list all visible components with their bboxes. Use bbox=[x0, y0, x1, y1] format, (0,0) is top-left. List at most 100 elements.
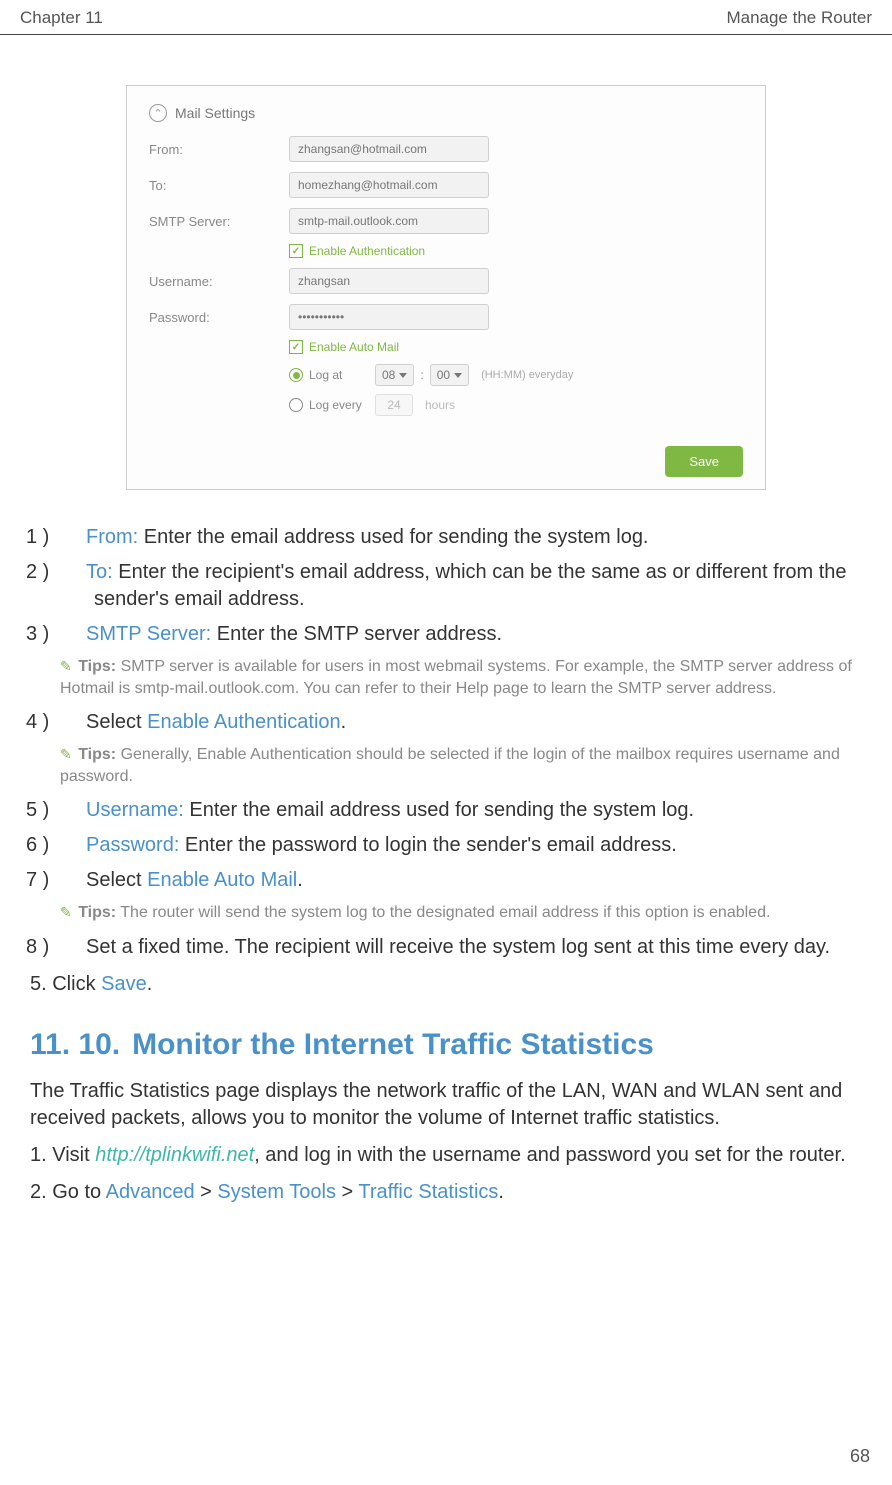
traffic-step-1: 1. Visit http://tplinkwifi.net, and log … bbox=[30, 1142, 862, 1169]
ostep2-post: . bbox=[498, 1181, 504, 1203]
chapter-label: Chapter 11 bbox=[20, 8, 103, 28]
step-7-label: Enable Auto Mail bbox=[147, 869, 297, 891]
step-2-text: Enter the recipient's email address, whi… bbox=[94, 561, 847, 610]
step-2: 2 )To: Enter the recipient's email addre… bbox=[60, 559, 862, 613]
log-at-row: Log at 08 : 00 (HH:MM) everyday bbox=[289, 364, 743, 386]
to-row: To: bbox=[149, 172, 743, 198]
step-7-num: 7 ) bbox=[60, 867, 86, 894]
mail-settings-heading: ⌃ Mail Settings bbox=[149, 104, 743, 122]
step-4-label: Enable Authentication bbox=[147, 711, 341, 733]
to-label: To: bbox=[149, 178, 289, 193]
from-label: From: bbox=[149, 142, 289, 157]
section-number: 11. 10. bbox=[30, 1028, 120, 1061]
log-at-label: Log at bbox=[309, 368, 369, 382]
smtp-label: SMTP Server: bbox=[149, 214, 289, 229]
step-7-post: . bbox=[297, 869, 303, 891]
step-4: 4 )Select Enable Authentication. bbox=[60, 709, 862, 736]
time-colon: : bbox=[420, 368, 423, 382]
tip-1: ✎ Tips: SMTP server is available for use… bbox=[60, 656, 862, 699]
mail-settings-title: Mail Settings bbox=[175, 105, 255, 121]
step-7-pre: Select bbox=[86, 869, 147, 891]
from-row: From: bbox=[149, 136, 743, 162]
outer5-pre: 5. Click bbox=[30, 973, 101, 995]
step-5: 5 )Username: Enter the email address use… bbox=[60, 797, 862, 824]
log-every-row: Log every 24 hours bbox=[289, 394, 743, 416]
mail-settings-screenshot: ⌃ Mail Settings From: To: SMTP Server: ✓… bbox=[126, 85, 766, 490]
radio-selected-icon[interactable] bbox=[289, 368, 303, 382]
ostep1-pre: 1. Visit bbox=[30, 1144, 95, 1166]
log-every-input[interactable]: 24 bbox=[375, 394, 413, 416]
numbered-steps: 1 )From: Enter the email address used fo… bbox=[30, 506, 862, 961]
tip-icon: ✎ bbox=[60, 658, 72, 674]
enable-auth-label: Enable Authentication bbox=[309, 244, 425, 258]
step-4-pre: Select bbox=[86, 711, 147, 733]
step-1: 1 )From: Enter the email address used fo… bbox=[60, 524, 862, 551]
page-header: Chapter 11 Manage the Router bbox=[0, 0, 892, 35]
step-7: 7 )Select Enable Auto Mail. bbox=[60, 867, 862, 894]
tip-icon: ✎ bbox=[60, 904, 72, 920]
from-input[interactable] bbox=[289, 136, 489, 162]
tip-1-text: SMTP server is available for users in mo… bbox=[60, 658, 852, 697]
checkbox-icon: ✓ bbox=[289, 244, 303, 258]
step-4-post: . bbox=[341, 711, 347, 733]
step-8: 8 )Set a fixed time. The recipient will … bbox=[60, 934, 862, 961]
step-3-label: SMTP Server: bbox=[86, 623, 211, 645]
section-title: Monitor the Internet Traffic Statistics bbox=[132, 1028, 654, 1061]
section-heading: 11. 10. Monitor the Internet Traffic Stat… bbox=[30, 1028, 862, 1062]
username-input[interactable] bbox=[289, 268, 489, 294]
enable-auth-row[interactable]: ✓ Enable Authentication bbox=[289, 244, 743, 258]
ostep2-c: Traffic Statistics bbox=[358, 1181, 498, 1203]
enable-automail-label: Enable Auto Mail bbox=[309, 340, 399, 354]
smtp-input[interactable] bbox=[289, 208, 489, 234]
enable-automail-row[interactable]: ✓ Enable Auto Mail bbox=[289, 340, 743, 354]
tip-2: ✎ Tips: Generally, Enable Authentication… bbox=[60, 744, 862, 787]
smtp-row: SMTP Server: bbox=[149, 208, 743, 234]
step-5-text: Enter the email address used for sending… bbox=[184, 799, 694, 821]
minute-dropdown[interactable]: 00 bbox=[430, 364, 469, 386]
step-1-label: From: bbox=[86, 526, 138, 548]
step-6-text: Enter the password to login the sender's… bbox=[179, 834, 676, 856]
section-intro: The Traffic Statistics page displays the… bbox=[30, 1078, 862, 1132]
tip-icon: ✎ bbox=[60, 746, 72, 762]
checkbox-icon: ✓ bbox=[289, 340, 303, 354]
ostep2-sep2: > bbox=[336, 1181, 358, 1203]
step-4-num: 4 ) bbox=[60, 709, 86, 736]
hour-value: 08 bbox=[382, 368, 395, 382]
tip-3-label: Tips: bbox=[78, 904, 116, 921]
tip-1-label: Tips: bbox=[78, 658, 116, 675]
step-3: 3 )SMTP Server: Enter the SMTP server ad… bbox=[60, 621, 862, 648]
step-5-num: 5 ) bbox=[60, 797, 86, 824]
ostep1-post: , and log in with the username and passw… bbox=[254, 1144, 845, 1166]
chevron-down-icon bbox=[399, 373, 407, 378]
ostep1-link[interactable]: http://tplinkwifi.net bbox=[95, 1144, 254, 1166]
step-6-num: 6 ) bbox=[60, 832, 86, 859]
to-input[interactable] bbox=[289, 172, 489, 198]
page-number: 68 bbox=[850, 1446, 870, 1467]
password-label: Password: bbox=[149, 310, 289, 325]
password-input[interactable] bbox=[289, 304, 489, 330]
step-1-num: 1 ) bbox=[60, 524, 86, 551]
outer-step-5: 5. Click Save. bbox=[30, 971, 862, 998]
ostep2-b: System Tools bbox=[217, 1181, 336, 1203]
tip-3: ✎ Tips: The router will send the system … bbox=[60, 902, 862, 924]
time-suffix: (HH:MM) everyday bbox=[481, 369, 573, 381]
step-1-text: Enter the email address used for sending… bbox=[138, 526, 648, 548]
radio-unselected-icon[interactable] bbox=[289, 398, 303, 412]
step-8-text: Set a fixed time. The recipient will rec… bbox=[86, 936, 830, 958]
save-button[interactable]: Save bbox=[665, 446, 743, 477]
chapter-title: Manage the Router bbox=[726, 8, 872, 28]
tip-3-text: The router will send the system log to t… bbox=[116, 904, 770, 921]
outer5-post: . bbox=[147, 973, 153, 995]
ostep2-pre: 2. Go to bbox=[30, 1181, 106, 1203]
hour-dropdown[interactable]: 08 bbox=[375, 364, 414, 386]
hours-label: hours bbox=[425, 398, 455, 412]
collapse-icon: ⌃ bbox=[149, 104, 167, 122]
tip-2-text: Generally, Enable Authentication should … bbox=[60, 746, 840, 785]
ostep2-a: Advanced bbox=[106, 1181, 195, 1203]
log-every-label: Log every bbox=[309, 398, 369, 412]
step-8-num: 8 ) bbox=[60, 934, 86, 961]
tip-2-label: Tips: bbox=[78, 746, 116, 763]
chevron-down-icon bbox=[454, 373, 462, 378]
step-6: 6 )Password: Enter the password to login… bbox=[60, 832, 862, 859]
ostep2-sep1: > bbox=[195, 1181, 218, 1203]
